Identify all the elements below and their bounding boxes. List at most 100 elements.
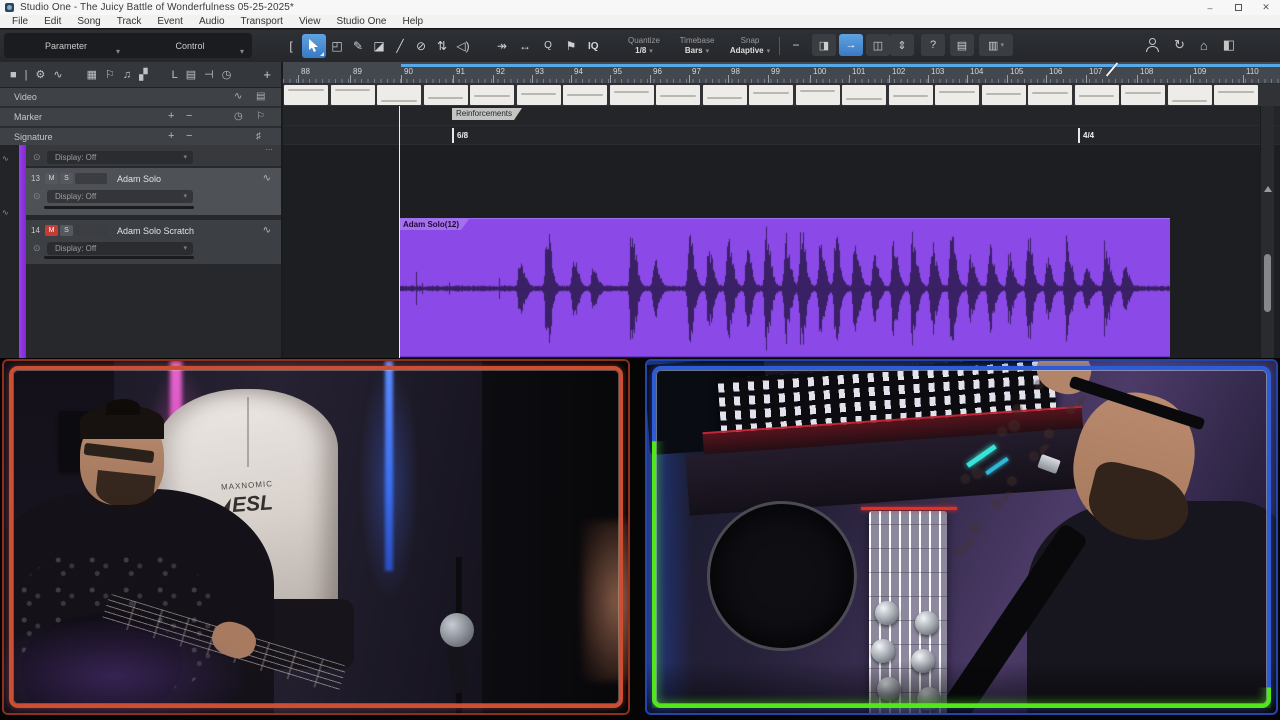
menu-audio[interactable]: Audio (191, 16, 233, 27)
remove-marker-button[interactable]: − (186, 110, 192, 122)
signature-6-8[interactable]: 6/8 (452, 128, 468, 143)
power-icon[interactable]: ⊙ (33, 191, 41, 202)
user-account-icon[interactable] (1146, 38, 1159, 52)
video-frame-thumbnail (656, 85, 700, 105)
track-height-icon[interactable]: ■ (10, 69, 17, 81)
scrollbar-thumb[interactable] (1264, 254, 1271, 312)
cable-icon[interactable]: ⊣ (204, 68, 214, 81)
video-lane-header[interactable]: Video ∿ ▤ (0, 88, 281, 107)
menu-view[interactable]: View (291, 16, 329, 27)
home-icon[interactable]: ⌂ (1200, 38, 1208, 53)
split-view-button[interactable]: ◫ (866, 34, 890, 56)
add-marker-button[interactable]: + (168, 110, 174, 122)
bend-marker-button[interactable]: ⚑ (561, 34, 581, 58)
listen-tool-button[interactable]: ◁) (453, 34, 473, 58)
menu-studio-one[interactable]: Studio One (328, 16, 394, 27)
record-slot[interactable] (75, 173, 107, 184)
layer-icon[interactable]: L (172, 69, 178, 81)
menu-event[interactable]: Event (149, 16, 191, 27)
menu-song[interactable]: Song (69, 16, 108, 27)
vertical-expand-button[interactable]: ⇕ (890, 34, 914, 56)
io-panel-icon[interactable]: ◧ (1223, 37, 1235, 53)
marker-lane-header[interactable]: Marker + − ◷ ⚐ (0, 108, 281, 127)
autoscroll-button[interactable]: → (839, 34, 863, 56)
display-dropdown[interactable]: Display: Off ▾ (47, 190, 193, 203)
timeline-ruler[interactable]: 8889909192939495969798991001011021031041… (283, 62, 1280, 84)
record-slot[interactable] (75, 225, 107, 236)
marker-lane[interactable]: Reinforcements (283, 106, 1280, 126)
track-row-adam-solo[interactable]: 13 M S Adam Solo ∿ ⊙ Display: Off ▾ (26, 168, 281, 215)
snap-dash-button[interactable]: − (786, 33, 806, 57)
menu-edit[interactable]: Edit (36, 16, 69, 27)
solo-button[interactable]: S (60, 173, 73, 184)
automation-wave-icon[interactable]: ∿ (2, 208, 9, 217)
track-row-partial[interactable]: ⋯ ⊙ Display: Off ▾ (26, 145, 281, 166)
power-icon[interactable]: ⊙ (33, 243, 41, 254)
arrow-tool-button[interactable] (302, 34, 326, 58)
right-camera-scene: MAXNOMIC ESL (647, 361, 1276, 713)
parameter-dropdown[interactable]: Parameter ▾ (4, 33, 128, 58)
help-button[interactable]: ? (921, 34, 945, 56)
playhead[interactable] (399, 106, 400, 358)
track-layers-button[interactable]: ◨ (812, 34, 836, 56)
seek-icon-button[interactable]: ↠ (492, 34, 512, 58)
mute-tool-button[interactable]: ⊘ (411, 34, 431, 58)
bend-tool-button[interactable]: ⇅ (432, 34, 452, 58)
mute-button[interactable]: M (45, 173, 58, 184)
close-button[interactable]: ✕ (1252, 0, 1280, 15)
menu-transport[interactable]: Transport (233, 16, 291, 27)
sync-icon[interactable]: ↻ (1174, 37, 1185, 53)
iq-button[interactable]: IQ (588, 33, 599, 59)
split-tool-button[interactable]: ╱ (390, 34, 410, 58)
signature-lane[interactable]: 6/8 4/4 (283, 126, 1280, 145)
display-dropdown[interactable]: Display: Off ▾ (47, 151, 193, 164)
marker-flag-icon[interactable]: ⚐ (105, 68, 115, 81)
marker-reinforcements[interactable]: Reinforcements (452, 108, 522, 120)
tool-settings-icon[interactable]: ⚙ (36, 68, 46, 81)
automation-icon[interactable]: ∿ (53, 68, 62, 81)
solo-button[interactable]: S (60, 225, 73, 236)
display-dropdown[interactable]: Display: Off ▾ (47, 242, 193, 255)
video-window-button[interactable]: ▤ (950, 34, 974, 56)
bar-number: 90 (404, 67, 413, 76)
pattern-icon[interactable]: ▞ (139, 68, 147, 81)
automation-slider[interactable] (44, 206, 194, 209)
notes-icon[interactable]: ♫ (123, 69, 131, 81)
region-label: Adam Solo(12) (400, 219, 469, 230)
add-track-button[interactable]: + (263, 67, 271, 82)
range-tool-button[interactable]: ◰ (327, 34, 347, 58)
snap-selector[interactable]: Snap Adaptive▾ (724, 33, 776, 59)
ibeam-icon[interactable]: | (25, 69, 28, 81)
right-icon-group: ↻ ⌂ ◧ (1146, 34, 1235, 56)
vertical-scrollbar[interactable] (1260, 106, 1274, 358)
power-icon[interactable]: ⊙ (33, 152, 41, 163)
automation-wave-icon[interactable]: ∿ (2, 154, 9, 163)
scroll-up-arrow-icon[interactable] (1264, 186, 1272, 192)
signature-4-4[interactable]: 4/4 (1078, 128, 1094, 143)
remove-signature-button[interactable]: − (186, 130, 192, 142)
menu-help[interactable]: Help (394, 16, 431, 27)
minimize-button[interactable]: – (1196, 0, 1224, 15)
mute-button[interactable]: M (45, 225, 58, 236)
wave-icon: ∿ (234, 91, 242, 102)
timebase-selector[interactable]: Timebase Bars▾ (672, 33, 722, 59)
track-row-adam-solo-scratch[interactable]: 14 M S Adam Solo Scratch ∿ ⊙ Display: Of… (26, 220, 281, 264)
add-signature-button[interactable]: + (168, 130, 174, 142)
automation-slider[interactable] (44, 256, 194, 259)
instrument-icon[interactable]: ▦ (87, 68, 97, 81)
quantize-selector[interactable]: Quantize 1/8▾ (618, 33, 670, 59)
timestretch-button[interactable]: ↔ (515, 34, 535, 58)
quantize-button[interactable]: Q (538, 34, 558, 58)
video-track-lane[interactable] (283, 84, 1280, 106)
tempo-icon[interactable]: ◷ (222, 68, 232, 81)
paint-tool-button[interactable]: ✎ (348, 34, 368, 58)
audio-region-adam-solo[interactable]: Adam Solo(12) (400, 218, 1170, 357)
mixer-button[interactable]: ▥ ▾ (979, 34, 1013, 56)
restore-button[interactable] (1224, 0, 1252, 15)
menu-file[interactable]: File (4, 16, 36, 27)
control-dropdown[interactable]: Control ▾ (128, 33, 252, 58)
eraser-tool-button[interactable]: ◪ (369, 34, 389, 58)
menu-track[interactable]: Track (109, 16, 150, 27)
video-frame-thumbnail (1075, 85, 1119, 105)
video-track-icon[interactable]: ▤ (186, 68, 196, 81)
